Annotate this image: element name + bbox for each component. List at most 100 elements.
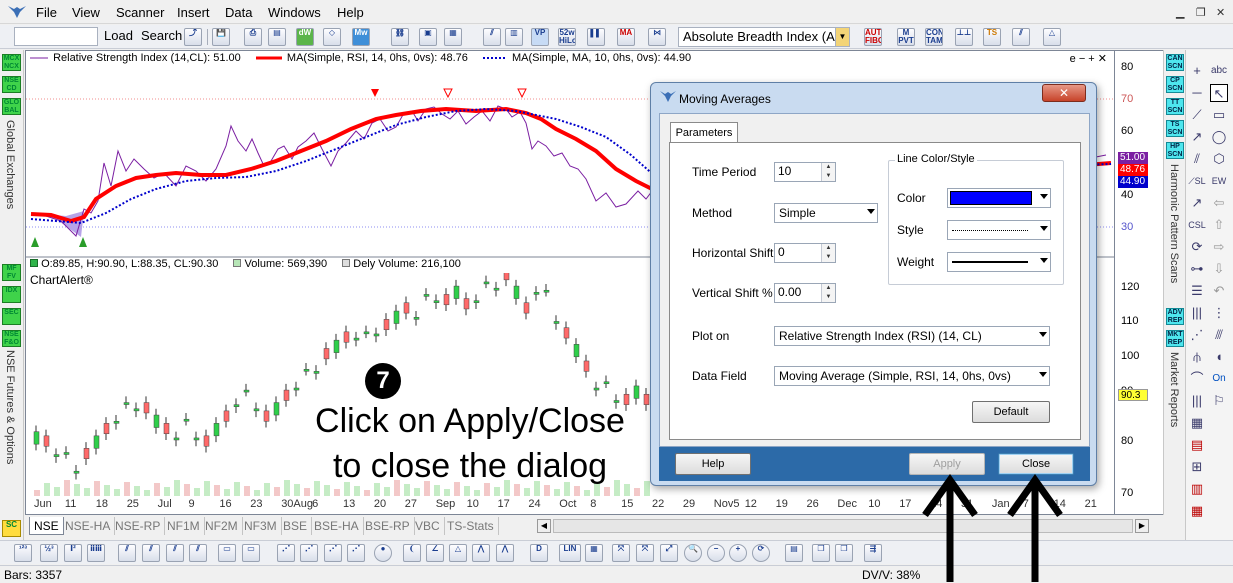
data-field-select[interactable]: Moving Average (Simple, RSI, 14, 0hs, 0v… xyxy=(774,366,1050,386)
tab-nf1m[interactable]: NF1M xyxy=(163,517,205,535)
menu-windows[interactable]: Windows xyxy=(268,5,321,20)
vertical-shift-stepper[interactable]: 0.00 ▲ ▼ xyxy=(774,283,836,303)
multi-line-icon[interactable]: ⫽ xyxy=(118,544,136,562)
volume-icon[interactable]: ▥ xyxy=(505,28,523,46)
symbol-input[interactable] xyxy=(14,27,98,46)
hline-icon[interactable]: ⊶ xyxy=(1188,260,1206,278)
pitchfork-icon[interactable]: ⫛ xyxy=(1188,348,1206,366)
arrow-left-icon[interactable]: ⇦ xyxy=(1210,194,1228,212)
multi-line2-icon[interactable]: ⫽ xyxy=(142,544,160,562)
close-icon[interactable]: ✕ xyxy=(1216,6,1225,19)
menu-help[interactable]: Help xyxy=(337,5,364,20)
print-icon[interactable]: ⎙ xyxy=(244,28,262,46)
scroll-left-icon[interactable]: ◀ xyxy=(537,519,551,533)
sl-icon[interactable]: ⟋SL xyxy=(1188,172,1206,190)
tab-bse-rp[interactable]: BSE-RP xyxy=(361,517,415,535)
chevron-down-icon[interactable] xyxy=(1039,372,1047,377)
vlines-icon[interactable]: ||| xyxy=(1188,304,1206,322)
adv-rep-tag[interactable]: ADV REP xyxy=(1166,308,1184,325)
chevron-down-icon[interactable] xyxy=(1040,226,1048,231)
hilo-52w-icon[interactable]: 52w HiLo xyxy=(558,28,576,46)
multi-line3-icon[interactable]: ⫽ xyxy=(166,544,184,562)
arrow-down-icon[interactable]: ⇩ xyxy=(1210,260,1228,278)
tab-nse-rp[interactable]: NSE-RP xyxy=(111,517,166,535)
sec-tag[interactable]: SEC xyxy=(2,308,21,325)
fit2-icon[interactable]: ⤧ xyxy=(636,544,654,562)
spin-arrows-icon[interactable]: ▲ ▼ xyxy=(821,163,835,181)
search-button[interactable]: Search xyxy=(141,28,182,43)
multi-line4-icon[interactable]: ⫽ xyxy=(189,544,207,562)
nse-fo-tag[interactable]: NSE F&O xyxy=(2,330,21,347)
chevron-down-icon[interactable] xyxy=(867,209,875,214)
paste-icon[interactable]: ❐ xyxy=(835,544,853,562)
bars-icon[interactable]: ▌▌ xyxy=(587,28,605,46)
hp-scn-tag[interactable]: HP SCN xyxy=(1166,142,1184,159)
tab-vbc[interactable]: VBC xyxy=(411,517,445,535)
line-tool-icon[interactable]: ─ xyxy=(1188,84,1206,102)
zoom-out-icon[interactable]: − xyxy=(707,544,725,562)
window-icon[interactable]: ▦ xyxy=(444,28,462,46)
spin-arrows-icon[interactable]: ▲ ▼ xyxy=(821,244,835,262)
menu-view[interactable]: View xyxy=(72,5,100,20)
arrow-right-icon[interactable]: ⇨ xyxy=(1210,238,1228,256)
template-icon[interactable]: ▤ xyxy=(785,544,803,562)
on-icon[interactable]: On xyxy=(1210,370,1228,388)
ts-icon[interactable]: TS xyxy=(983,28,1001,46)
export-icon[interactable]: ⇶ xyxy=(864,544,882,562)
tab-nse-ha[interactable]: NSE-HA xyxy=(61,517,116,535)
menu-data[interactable]: Data xyxy=(225,5,252,20)
ray-icon[interactable]: ↗ xyxy=(1188,128,1206,146)
channel-icon[interactable]: ⫽ xyxy=(1188,150,1206,168)
horizontal-shift-stepper[interactable]: 0 ▲ ▼ xyxy=(774,243,836,263)
tab-bse-ha[interactable]: BSE-HA xyxy=(310,517,364,535)
fan-icon[interactable]: ⋰ xyxy=(1188,326,1206,344)
trend-icon[interactable]: ⫽ xyxy=(1012,28,1030,46)
weight-select[interactable] xyxy=(947,252,1051,272)
zoom-icon[interactable]: ⤢ xyxy=(660,544,678,562)
can-scn-tag[interactable]: CAN SCN xyxy=(1166,54,1184,71)
fan-tool3-icon[interactable]: ⋰ xyxy=(324,544,342,562)
pointer-icon[interactable]: ↖ xyxy=(1210,84,1228,102)
menu-file[interactable]: File xyxy=(36,5,57,20)
mkt-rep-tag[interactable]: MKT REP xyxy=(1166,330,1184,347)
method-select[interactable]: Simple xyxy=(774,203,878,223)
rectangle-icon[interactable]: ▭ xyxy=(1210,106,1228,124)
ellipse-icon[interactable]: ◯ xyxy=(1210,128,1228,146)
curve-icon[interactable]: ❨ xyxy=(403,544,421,562)
cycle-icon[interactable]: ◖ xyxy=(1210,348,1228,366)
mw-icon[interactable]: Mw xyxy=(352,28,370,46)
d-menu-icon[interactable]: D xyxy=(530,544,548,562)
undo-arrow-icon[interactable]: ↶ xyxy=(1210,282,1228,300)
text-tool-icon[interactable]: abc xyxy=(1210,62,1228,80)
box-label2-icon[interactable]: ▭ xyxy=(242,544,260,562)
time-period-stepper[interactable]: 10 ▲ ▼ xyxy=(774,162,836,182)
mf-fv-tag[interactable]: MF FV xyxy=(2,264,21,281)
zone-tool-icon[interactable]: ▦ xyxy=(1188,502,1206,520)
mark-tool-icon[interactable]: ▥ xyxy=(1188,480,1206,498)
minimize-icon[interactable]: ▁ xyxy=(1176,6,1184,19)
color-select[interactable] xyxy=(947,188,1051,208)
fib-icon[interactable]: ☰ xyxy=(1188,282,1206,300)
chevron-down-icon[interactable] xyxy=(1040,194,1048,199)
chevron-down-icon[interactable] xyxy=(1039,332,1047,337)
triangle2-icon[interactable]: △ xyxy=(449,544,467,562)
help-button[interactable]: Help xyxy=(675,453,751,475)
crosshair-icon[interactable]: + xyxy=(1188,62,1206,80)
fan-tool4-icon[interactable]: ⋰ xyxy=(347,544,365,562)
load-button[interactable]: Load xyxy=(104,28,133,43)
nse-cd-tag[interactable]: NSE CD xyxy=(2,76,21,93)
grid-icon[interactable]: ▦ xyxy=(585,544,603,562)
triangle-icon[interactable]: △ xyxy=(1043,28,1061,46)
style-select[interactable] xyxy=(947,220,1051,240)
arrow-icon[interactable]: ↗ xyxy=(1188,194,1206,212)
auto-fibo-icon[interactable]: AUTO FIBO xyxy=(864,28,882,46)
box-tool-icon[interactable]: ⊞ xyxy=(1188,458,1206,476)
ts-scn-tag[interactable]: TS SCN xyxy=(1166,120,1184,137)
search-zoom-icon[interactable]: 🔍 xyxy=(684,544,702,562)
wave-label-icon[interactable]: ½³ xyxy=(40,544,58,562)
trendline-icon[interactable]: ⟋ xyxy=(1188,106,1206,124)
global-tag[interactable]: GLO BAL xyxy=(2,98,21,115)
chevron-down-icon[interactable] xyxy=(1040,258,1048,263)
scan-tag[interactable]: SC xyxy=(2,520,21,537)
lin-icon[interactable]: LIN xyxy=(559,544,581,562)
